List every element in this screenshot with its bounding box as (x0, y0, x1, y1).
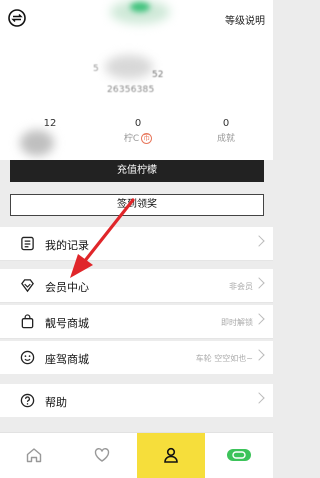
menu-sub: 车轮 空空如也~ (195, 354, 253, 363)
tab-favorites[interactable] (68, 433, 136, 478)
menu-sub: 非会员 (229, 282, 253, 291)
vip-diamond-icon (21, 279, 34, 293)
coin-badge-icon: 币 (141, 133, 153, 144)
user-info-line-2: 52 (152, 70, 164, 80)
chevron-right-icon (253, 349, 265, 361)
chevron-right-icon (253, 313, 265, 325)
list-icon (21, 236, 34, 251)
stats-row: 12 0 柠C 币 0 成就 (10, 118, 264, 158)
stat-achievements[interactable]: 0 成就 (196, 118, 256, 144)
user-id: 26356385 (107, 85, 155, 95)
menu-item-number-store[interactable]: 靓号商城 即时解锁 (0, 305, 273, 338)
divider (0, 302, 273, 303)
divider (0, 260, 273, 261)
recharge-button[interactable]: 充值柠檬 (10, 160, 264, 182)
menu-item-my-records[interactable]: 我的记录 (0, 227, 273, 260)
person-icon (164, 447, 178, 463)
menu-item-vip-center[interactable]: 会员中心 非会员 (0, 269, 273, 302)
divider (0, 338, 273, 339)
chevron-right-icon (253, 277, 265, 289)
nickname-blur (105, 55, 153, 79)
user-info-line: 5 (93, 64, 99, 74)
menu-sub: 即时解锁 (221, 318, 253, 327)
switch-account-icon[interactable] (8, 9, 26, 27)
home-icon (26, 448, 42, 463)
menu-label: 座驾商城 (45, 353, 89, 366)
stat-followers[interactable]: 12 (20, 118, 80, 131)
profile-header: 等级说明 5 52 26356385 12 0 柠C 币 0 成就 (0, 0, 273, 160)
tab-toggle[interactable] (205, 433, 273, 478)
help-icon (20, 393, 35, 408)
tab-home[interactable] (0, 433, 68, 478)
stat-coins[interactable]: 0 柠C 币 (108, 118, 168, 144)
tab-profile[interactable] (137, 433, 205, 478)
signin-reward-button[interactable]: 签到领奖 (10, 194, 264, 216)
menu-label: 靓号商城 (45, 317, 89, 330)
smile-icon (20, 350, 35, 365)
menu-label: 会员中心 (45, 281, 89, 294)
avatar-glow (130, 2, 150, 12)
heart-icon (94, 448, 110, 462)
menu-item-help[interactable]: 帮助 (0, 384, 273, 417)
toggle-icon (227, 449, 251, 461)
chevron-right-icon (253, 235, 265, 247)
stat-coins-label: 柠C (123, 134, 140, 144)
menu-label: 我的记录 (45, 239, 89, 252)
chevron-right-icon (253, 392, 265, 404)
bottom-tab-bar (0, 432, 273, 478)
bag-icon (21, 314, 34, 329)
level-description-link[interactable]: 等级说明 (225, 12, 265, 27)
menu-item-car-store[interactable]: 座驾商城 车轮 空空如也~ (0, 341, 273, 374)
menu-label: 帮助 (45, 396, 67, 409)
